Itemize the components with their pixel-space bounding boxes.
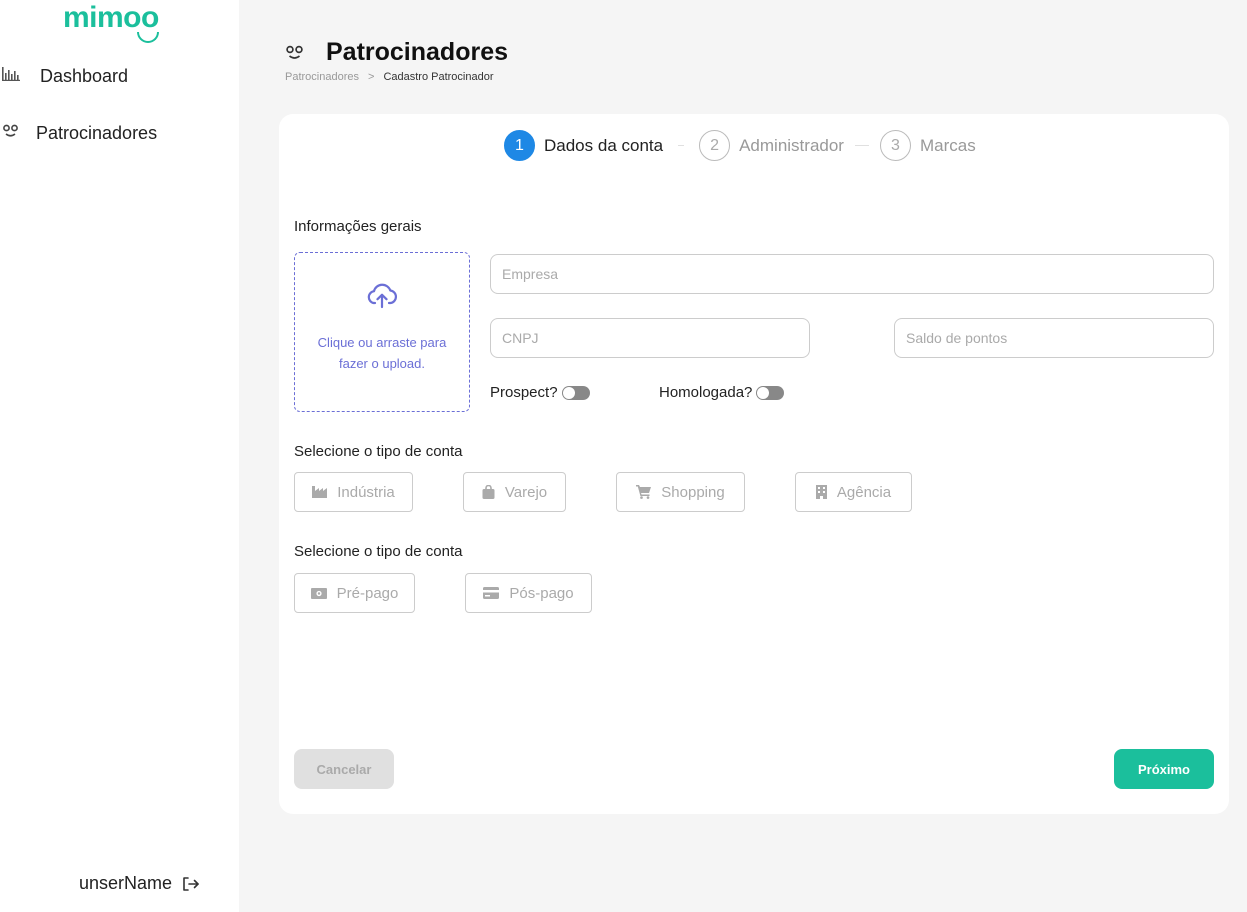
step-number: 2 — [699, 130, 731, 161]
building-icon — [815, 485, 827, 499]
breadcrumb: Patrocinadores > Cadastro Patrocinador — [285, 71, 508, 83]
account-type-shopping[interactable]: Shopping — [616, 472, 745, 512]
step-number: 1 — [504, 130, 535, 161]
sidebar-item-patrocinadores[interactable]: Patrocinadores — [0, 118, 157, 148]
option-label: Pós-pago — [509, 584, 574, 602]
cnpj-field[interactable] — [490, 318, 810, 358]
factory-icon — [312, 486, 328, 498]
bar-chart-icon — [2, 66, 24, 86]
logo-text: mimoo — [63, 1, 159, 34]
step-number: 3 — [879, 130, 911, 161]
prospect-label: Prospect? — [490, 384, 558, 401]
logo-smile-icon — [137, 32, 159, 43]
breadcrumb-parent[interactable]: Patrocinadores — [285, 71, 359, 83]
account-type-agencia[interactable]: Agência — [795, 472, 912, 512]
option-label: Indústria — [337, 483, 395, 501]
homologada-toggle[interactable] — [756, 385, 785, 400]
cart-icon — [636, 485, 652, 499]
step-connector — [854, 145, 869, 146]
homologada-label: Homologada? — [659, 384, 753, 401]
logo-upload-dropzone[interactable]: Clique ou arraste para fazer o upload. — [294, 252, 470, 412]
option-label: Pré-pago — [336, 584, 399, 602]
step-dados-da-conta[interactable]: 1 Dados da conta — [504, 130, 663, 161]
sidebar-item-dashboard[interactable]: Dashboard — [0, 61, 128, 91]
account-type-industria[interactable]: Indústria — [294, 472, 413, 512]
money-icon — [310, 587, 327, 599]
general-info-label: Informações gerais — [294, 218, 422, 235]
form-card: 1 Dados da conta 2 Administrador 3 Marca… — [279, 114, 1229, 814]
mimoo-logo[interactable]: mimoo — [63, 2, 173, 46]
step-administrador[interactable]: 2 Administrador — [699, 130, 844, 161]
saldo-de-pontos-field[interactable] — [894, 318, 1214, 358]
cloud-upload-icon — [366, 283, 398, 314]
next-button[interactable]: Próximo — [1114, 749, 1214, 789]
payment-type-label: Selecione o tipo de conta — [294, 543, 463, 560]
cancel-button[interactable]: Cancelar — [294, 749, 394, 789]
upload-instructions: Clique ou arraste para fazer o upload. — [317, 335, 447, 371]
account-type-varejo[interactable]: Varejo — [463, 472, 566, 512]
step-label: Administrador — [739, 135, 844, 155]
sponsor-icon — [285, 45, 305, 61]
logout-icon[interactable] — [182, 876, 200, 892]
breadcrumb-separator: > — [368, 71, 375, 83]
page-title: Patrocinadores — [326, 38, 509, 66]
shopping-bag-icon — [482, 485, 495, 499]
option-label: Varejo — [504, 483, 548, 501]
user-box: unserName — [79, 873, 200, 894]
step-label: Marcas — [919, 135, 976, 155]
step-marcas[interactable]: 3 Marcas — [879, 130, 976, 161]
payment-type-pos-pago[interactable]: Pós-pago — [465, 573, 592, 613]
sidebar-item-label: Patrocinadores — [36, 122, 158, 143]
credit-card-icon — [483, 587, 500, 599]
payment-type-pre-pago[interactable]: Pré-pago — [294, 573, 415, 613]
step-label: Dados da conta — [544, 135, 664, 155]
sponsor-icon — [2, 124, 22, 143]
account-type-label: Selecione o tipo de conta — [294, 443, 463, 460]
homologada-toggle-group: Homologada? — [659, 384, 785, 401]
step-connector — [678, 145, 685, 146]
user-name: unserName — [79, 873, 173, 893]
empresa-field[interactable] — [490, 254, 1214, 294]
page-header: Patrocinadores Patrocinadores > Cadastro… — [285, 38, 508, 83]
option-label: Shopping — [661, 483, 725, 501]
breadcrumb-current: Cadastro Patrocinador — [383, 71, 494, 83]
prospect-toggle[interactable] — [561, 385, 590, 400]
sidebar-item-label: Dashboard — [40, 65, 129, 86]
sidebar: mimoo Dashboard Patrocinadores unserName — [0, 0, 239, 912]
stepper: 1 Dados da conta 2 Administrador 3 Marca… — [504, 130, 976, 161]
prospect-toggle-group: Prospect? — [490, 384, 590, 401]
option-label: Agência — [836, 483, 892, 501]
